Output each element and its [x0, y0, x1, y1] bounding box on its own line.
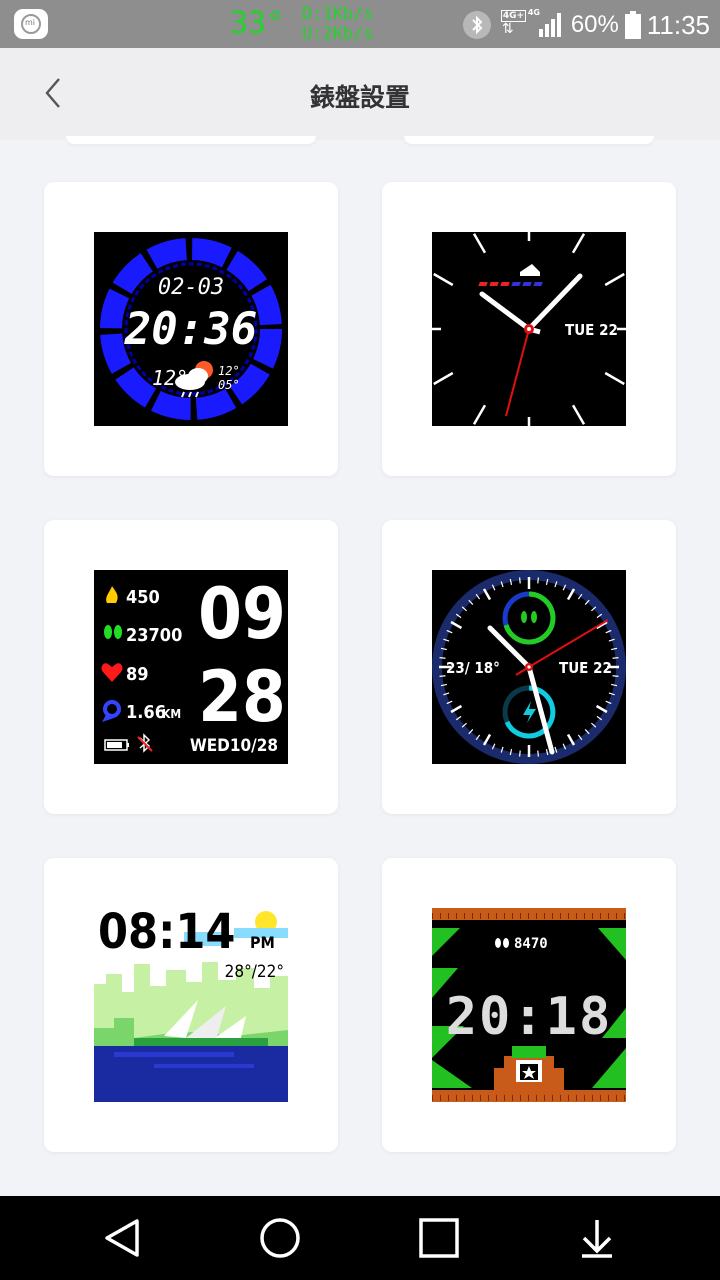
battery-percent: 60%	[570, 11, 619, 38]
heart-rate-value: 89	[126, 664, 149, 685]
watch-face-card-1[interactable]: 02-03 20:36 12° 12° 05°	[44, 182, 338, 476]
face-date: 02-03	[158, 275, 224, 300]
face-time: 20:18	[446, 987, 613, 1047]
face-hi-temp: 12°	[218, 364, 240, 378]
nav-home-button[interactable]	[250, 1212, 310, 1264]
watch-face-card-5[interactable]: 08:14 PM 28°/22°	[44, 858, 338, 1152]
triangle-back-icon	[105, 1219, 139, 1257]
watch-face-preview: 02-03 20:36 12° 12° 05°	[94, 232, 288, 426]
card-peek-right	[404, 136, 654, 144]
dial-tick	[439, 656, 446, 659]
watch-face-preview: TUE 22	[432, 232, 626, 426]
circle-home-icon	[260, 1218, 300, 1258]
nav-back-button[interactable]	[92, 1212, 152, 1264]
face-date: TUE 22	[559, 659, 612, 677]
face-date: TUE 22	[565, 321, 618, 339]
page-header: 錶盤設置	[0, 48, 720, 140]
dial-tick	[518, 750, 521, 757]
watch-face-preview: 08:14 PM 28°/22°	[94, 908, 288, 1102]
hour-display: 09	[198, 573, 286, 655]
arrow-down-icon	[582, 1220, 612, 1258]
nav-download-button[interactable]	[567, 1212, 627, 1264]
data-activity-icon: 4G+ ⇅ 4G	[500, 8, 540, 37]
dial-tick	[537, 577, 540, 584]
face-time: 08:14	[98, 908, 235, 960]
network-speed: D:1Kb/s U:2Kb/s	[302, 4, 374, 44]
watch-face-card-6[interactable]: 8470 20:18	[382, 858, 676, 1152]
dial-tick	[518, 577, 521, 584]
watch-face-card-2[interactable]: TUE 22	[382, 182, 676, 476]
watch-face-card-4[interactable]: 23/ 18° TUE 22	[382, 520, 676, 814]
distance-unit: KM	[162, 707, 181, 721]
dial-tick	[537, 750, 540, 757]
face-date: WED10/28	[190, 736, 278, 756]
dial-tick	[612, 675, 619, 678]
temperature-readout: 33°	[230, 6, 285, 41]
watch-face-preview: 23/ 18° TUE 22	[432, 570, 626, 764]
battery-icon	[624, 11, 641, 39]
upload-speed: U:2Kb/s	[302, 24, 374, 44]
bluetooth-icon	[462, 11, 491, 39]
face-lo-temp: 05°	[218, 378, 240, 392]
download-speed: D:1Kb/s	[302, 4, 374, 24]
dial-tick	[612, 656, 619, 659]
signal-strength-icon	[538, 13, 563, 37]
system-nav-bar	[0, 1196, 720, 1280]
face-ampm: PM	[250, 933, 275, 952]
status-bar: mi 33° D:1Kb/s U:2Kb/s 4G+ ⇅ 4G 60% 11:3…	[0, 0, 720, 48]
face-time: 20:36	[124, 304, 257, 355]
page-title: 錶盤設置	[309, 83, 410, 112]
minute-display: 28	[198, 656, 286, 738]
watch-face-preview: 8470 20:18	[432, 908, 626, 1102]
square-recents-icon	[419, 1218, 459, 1258]
distance-value: 1.66	[126, 702, 166, 723]
watch-face-card-3[interactable]: 450 23700 89 1.66 KM 09 28 WED10/28	[44, 520, 338, 814]
card-peek-left	[66, 136, 316, 144]
watch-face-preview: 450 23700 89 1.66 KM 09 28 WED10/28	[94, 570, 288, 764]
steps-value: 8470	[514, 936, 548, 952]
nav-recents-button[interactable]	[409, 1212, 469, 1264]
calories-value: 450	[126, 587, 160, 608]
face-weather: 23/ 18°	[446, 659, 500, 677]
status-clock: 11:35	[646, 9, 710, 40]
mi-app-icon: mi	[14, 9, 48, 39]
dial-tick	[439, 675, 446, 678]
face-weather: 28°/22°	[225, 962, 284, 982]
steps-value: 23700	[126, 625, 182, 646]
